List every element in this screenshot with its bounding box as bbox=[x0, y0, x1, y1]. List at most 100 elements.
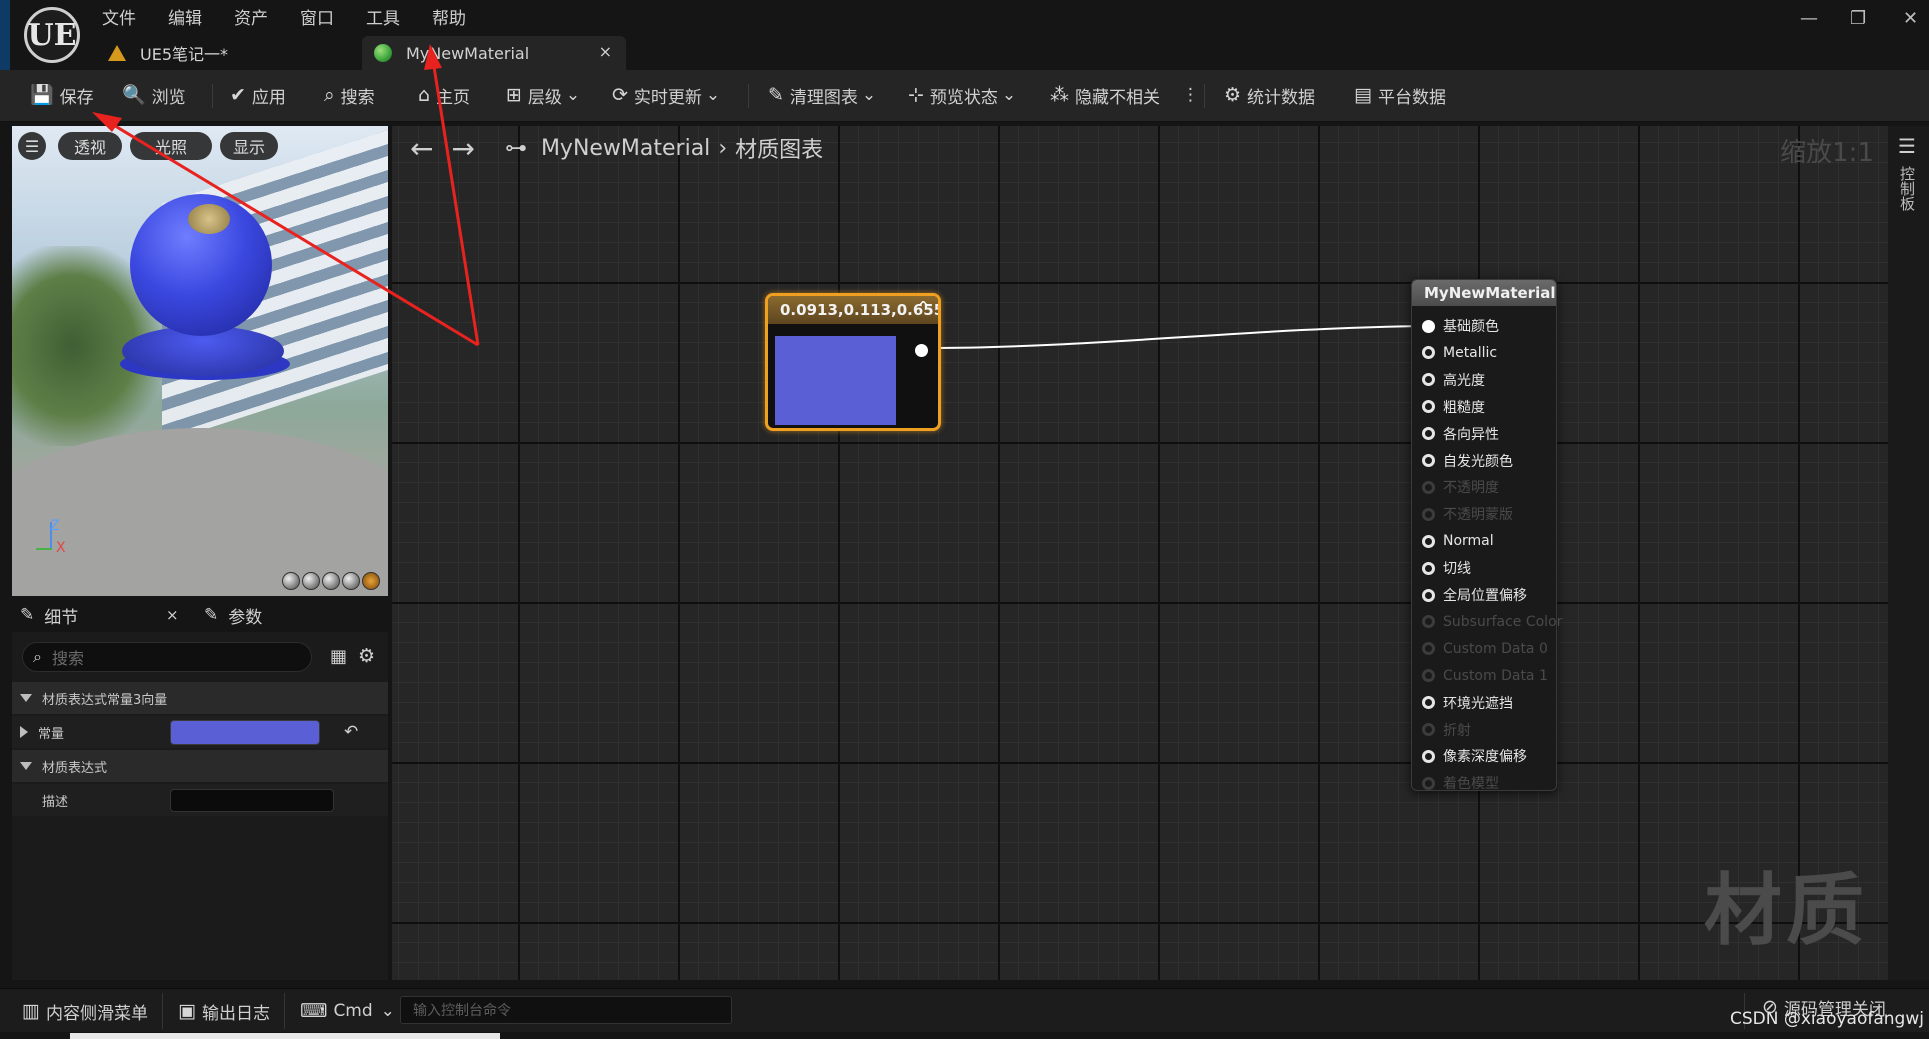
constant-color-swatch[interactable] bbox=[170, 720, 320, 745]
console-command-input[interactable]: 输入控制台命令 bbox=[400, 996, 732, 1024]
hierarchy-button[interactable]: ⊞ 层级 ⌄ bbox=[506, 82, 580, 108]
material-graph-canvas[interactable]: ← → ⊶ MyNewMaterial › 材质图表 缩放1:1 0.0913,… bbox=[392, 126, 1888, 980]
chevron-down-icon: ⌄ bbox=[1001, 85, 1017, 105]
result-pin-row[interactable]: Normal bbox=[1422, 531, 1494, 551]
tab-details-close-icon[interactable]: × bbox=[166, 598, 179, 632]
result-pin-row: Subsurface Color bbox=[1422, 612, 1562, 632]
clean-graph-button[interactable]: ✎ 清理图表 ⌄ bbox=[768, 82, 876, 108]
palette-menu-icon[interactable]: ☰ bbox=[1898, 134, 1916, 158]
tab-close-icon[interactable]: × bbox=[599, 42, 612, 61]
lit-button[interactable]: 光照 bbox=[130, 132, 212, 160]
palette-tab[interactable]: 控制板 bbox=[1898, 166, 1918, 211]
perspective-button[interactable]: 透视 bbox=[58, 132, 122, 160]
tab-mynewmaterial-label: MyNewMaterial bbox=[406, 43, 530, 63]
property-description: 描述 bbox=[12, 784, 388, 816]
input-pin-icon[interactable] bbox=[1422, 346, 1435, 360]
reset-to-default-icon[interactable]: ↶ bbox=[344, 722, 358, 742]
menu-file[interactable]: 文件 bbox=[102, 4, 136, 29]
result-pin-row[interactable]: Metallic bbox=[1422, 343, 1497, 363]
home-button[interactable]: ⌂ 主页 bbox=[418, 82, 470, 108]
result-pin-row[interactable]: 切线 bbox=[1422, 558, 1471, 578]
gear-icon[interactable]: ⚙ bbox=[358, 645, 375, 667]
plane-preview-icon[interactable] bbox=[322, 572, 340, 590]
result-pin-label: 基础颜色 bbox=[1443, 319, 1499, 335]
result-pin-row[interactable]: 环境光遮挡 bbox=[1422, 693, 1513, 713]
tab-parameters[interactable]: ✎ 参数 bbox=[204, 598, 262, 632]
table-view-icon[interactable]: ▦ bbox=[330, 646, 347, 667]
tab-mynewmaterial[interactable]: MyNewMaterial × bbox=[362, 36, 626, 70]
constant-output-pin[interactable] bbox=[915, 344, 928, 357]
terminal-icon: ⌨ bbox=[300, 999, 328, 1022]
output-log-label: 输出日志 bbox=[201, 1003, 270, 1024]
preview-state-button[interactable]: ⊹ 预览状态 ⌄ bbox=[908, 82, 1016, 108]
stats-button[interactable]: ⚙ 统计数据 bbox=[1224, 82, 1315, 108]
cmd-dropdown[interactable]: ⌨ Cmd ⌄ bbox=[300, 999, 395, 1023]
more-options-button[interactable]: ⋮ bbox=[1182, 82, 1199, 108]
close-window-button[interactable]: ✕ bbox=[1903, 8, 1918, 29]
browse-label: 浏览 bbox=[151, 87, 186, 108]
menu-asset[interactable]: 资产 bbox=[234, 4, 268, 29]
menu-tools[interactable]: 工具 bbox=[366, 4, 400, 29]
home-icon: ⌂ bbox=[418, 83, 431, 106]
show-button[interactable]: 显示 bbox=[220, 132, 278, 160]
menu-edit[interactable]: 编辑 bbox=[168, 4, 202, 29]
section-constant3vector[interactable]: 材质表达式常量3向量 bbox=[12, 682, 388, 714]
constant3vector-node[interactable]: 0.0913,0.113,0.655 ^ bbox=[765, 293, 941, 431]
platform-stats-button[interactable]: ▤ 平台数据 bbox=[1354, 82, 1446, 108]
output-log-button[interactable]: ▣ 输出日志 bbox=[178, 999, 270, 1024]
hide-unrelated-button[interactable]: ⁂ 隐藏不相关 bbox=[1050, 82, 1160, 108]
input-pin-icon[interactable] bbox=[1422, 427, 1435, 441]
material-result-node[interactable]: MyNewMaterial 基础颜色 Metallic 高光度 粗糙度 各向异性 自发光颜… bbox=[1411, 279, 1562, 792]
chevron-down-icon: ⌄ bbox=[861, 85, 877, 105]
input-pin-icon[interactable] bbox=[1422, 588, 1435, 602]
apply-button[interactable]: ✔ 应用 bbox=[230, 82, 286, 108]
tab-ue5-notes[interactable]: UE5笔记一* bbox=[108, 36, 360, 70]
save-button[interactable]: 💾 保存 bbox=[30, 82, 94, 108]
viewport-menu-button[interactable]: ☰ bbox=[18, 132, 46, 160]
result-pin-row[interactable]: 自发光颜色 bbox=[1422, 451, 1513, 471]
input-pin-icon[interactable] bbox=[1422, 319, 1435, 333]
section-material-expression-label: 材质表达式 bbox=[42, 760, 108, 776]
result-pin-label: 全局位置偏移 bbox=[1443, 588, 1527, 604]
minimize-button[interactable]: — bbox=[1800, 8, 1818, 29]
preview-viewport[interactable]: ☰ 透视 光照 显示 Z X bbox=[12, 126, 388, 596]
unreal-logo-icon[interactable]: UE bbox=[24, 7, 80, 63]
description-input[interactable] bbox=[170, 789, 334, 812]
viewport-floor bbox=[12, 428, 388, 596]
sphere-preview-icon[interactable] bbox=[302, 572, 320, 590]
section-material-expression[interactable]: 材质表达式 bbox=[12, 750, 388, 782]
browse-icon: 🔍 bbox=[122, 83, 146, 106]
content-drawer-button[interactable]: ▥ 内容侧滑菜单 bbox=[22, 999, 148, 1024]
result-pin-row[interactable]: 粗糙度 bbox=[1422, 397, 1485, 417]
tab-details-label: 细节 bbox=[44, 607, 79, 628]
menu-window[interactable]: 窗口 bbox=[300, 4, 334, 29]
input-pin-icon[interactable] bbox=[1422, 749, 1435, 763]
restore-button[interactable]: ❐ bbox=[1850, 8, 1866, 29]
live-update-button[interactable]: ⟳ 实时更新 ⌄ bbox=[612, 82, 720, 108]
result-pin-row[interactable]: 高光度 bbox=[1422, 370, 1485, 390]
input-pin-icon[interactable] bbox=[1422, 373, 1435, 387]
input-pin-icon[interactable] bbox=[1422, 400, 1435, 414]
tab-details[interactable]: ✎ 细节 bbox=[20, 598, 78, 632]
input-pin-icon[interactable] bbox=[1422, 534, 1435, 548]
input-pin-icon[interactable] bbox=[1422, 454, 1435, 467]
input-pin-icon[interactable] bbox=[1422, 561, 1435, 575]
result-pin-row[interactable]: 基础颜色 bbox=[1422, 316, 1499, 336]
axis-x-label: X bbox=[56, 540, 66, 556]
result-pin-row[interactable]: 各向异性 bbox=[1422, 424, 1499, 444]
cylinder-preview-icon[interactable] bbox=[282, 572, 300, 590]
details-search-input[interactable]: ⌕ 搜索 bbox=[22, 642, 312, 672]
constant-color-preview bbox=[775, 336, 896, 425]
platform-stats-label: 平台数据 bbox=[1377, 87, 1446, 108]
collapse-node-icon[interactable]: ^ bbox=[917, 298, 930, 317]
wire-constant-to-base-color[interactable] bbox=[927, 325, 1425, 349]
search-button[interactable]: ⌕ 搜索 bbox=[324, 82, 375, 108]
input-pin-icon[interactable] bbox=[1422, 696, 1435, 710]
expand-icon[interactable] bbox=[20, 726, 28, 738]
result-pin-row[interactable]: 像素深度偏移 bbox=[1422, 746, 1527, 766]
menu-help[interactable]: 帮助 bbox=[432, 4, 466, 29]
cube-preview-icon[interactable] bbox=[342, 572, 360, 590]
result-pin-row[interactable]: 全局位置偏移 bbox=[1422, 585, 1527, 605]
browse-button[interactable]: 🔍 浏览 bbox=[122, 82, 186, 108]
custom-mesh-preview-icon[interactable] bbox=[362, 572, 380, 590]
